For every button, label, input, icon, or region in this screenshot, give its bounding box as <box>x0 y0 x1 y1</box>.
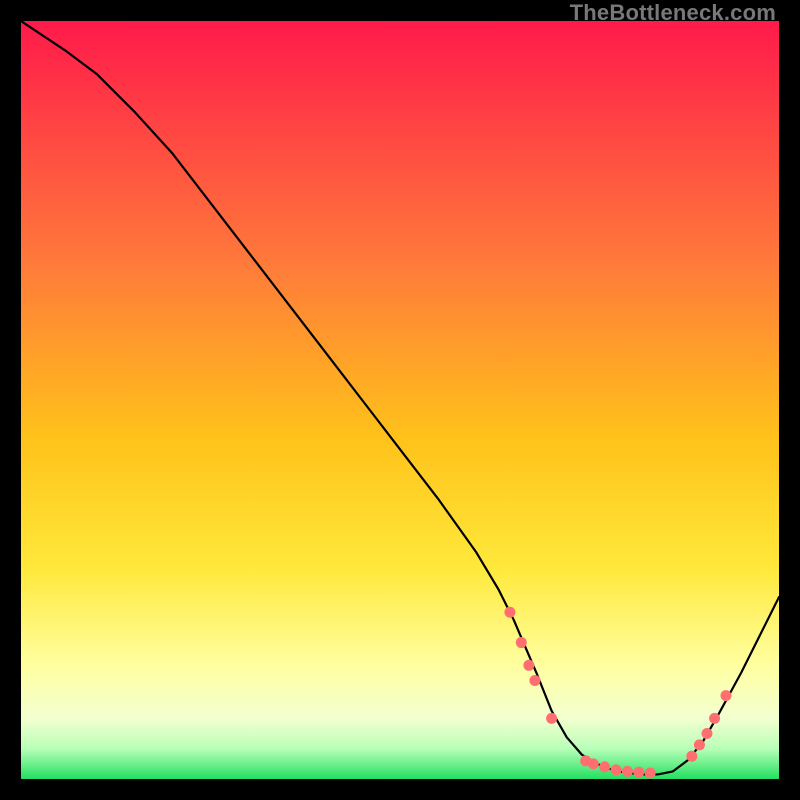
plot-area <box>21 21 779 779</box>
data-dot <box>523 660 534 671</box>
data-dot <box>529 675 540 686</box>
data-dot <box>645 767 656 778</box>
data-dot <box>686 751 697 762</box>
data-dot <box>709 713 720 724</box>
data-dot <box>633 767 644 778</box>
data-dot <box>622 766 633 777</box>
data-dot <box>701 728 712 739</box>
data-dot <box>588 758 599 769</box>
data-dot <box>516 637 527 648</box>
data-dot <box>720 690 731 701</box>
data-dot <box>504 607 515 618</box>
gradient-background <box>21 21 779 779</box>
data-dot <box>599 761 610 772</box>
chart-svg <box>21 21 779 779</box>
chart-frame: TheBottleneck.com <box>0 0 800 800</box>
data-dot <box>546 713 557 724</box>
data-dot <box>694 739 705 750</box>
data-dot <box>611 764 622 775</box>
